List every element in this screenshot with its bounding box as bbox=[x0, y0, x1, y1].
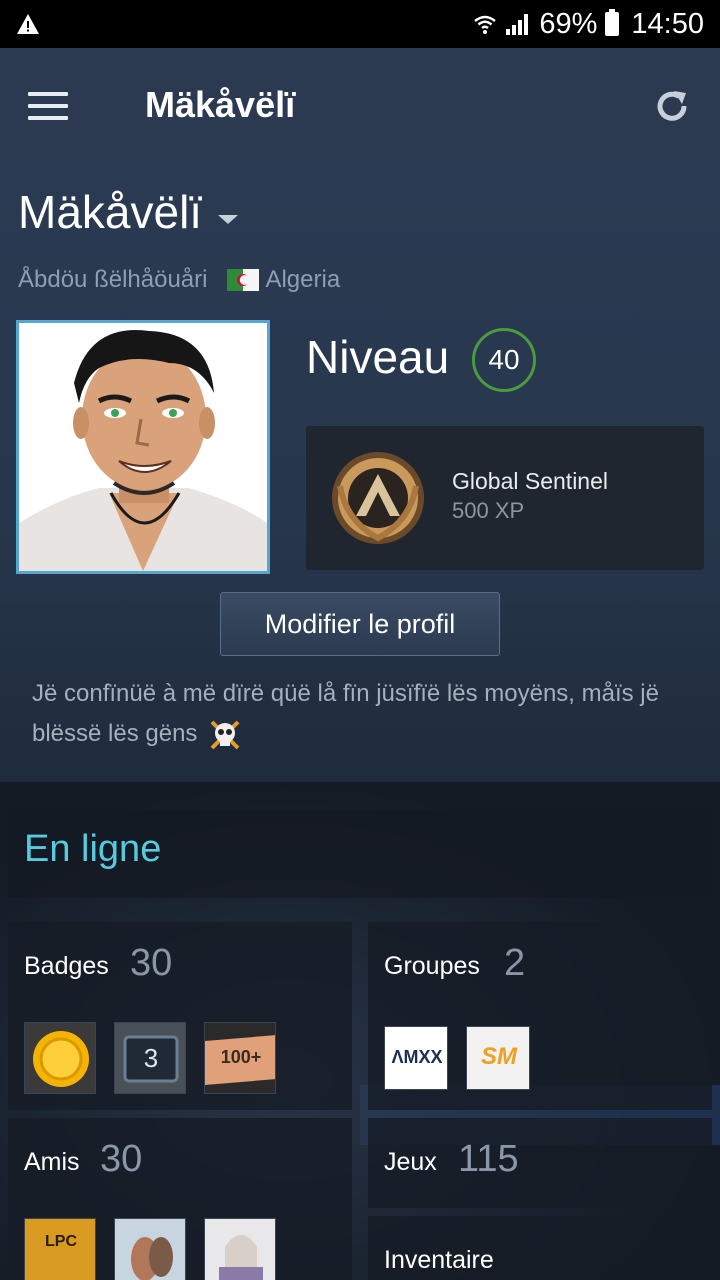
rank-card[interactable]: Global Sentinel 500 XP bbox=[306, 426, 704, 570]
battery-percent: 69% bbox=[539, 7, 598, 40]
summary-text: Jë confïnüë à më dïrë qüë lå fïn jüsïfïë… bbox=[32, 680, 659, 747]
warning-icon bbox=[17, 14, 39, 34]
friend-avatar-2[interactable] bbox=[114, 1218, 186, 1280]
online-status: En ligne bbox=[24, 828, 162, 870]
group-sm-icon[interactable]: SM bbox=[466, 1026, 530, 1090]
menu-icon[interactable] bbox=[28, 92, 68, 120]
groups-count: 2 bbox=[504, 942, 526, 984]
system-status-bar: 69% 14:50 bbox=[0, 0, 720, 48]
wifi-icon bbox=[474, 15, 497, 34]
rank-name: Global Sentinel bbox=[452, 468, 608, 494]
persona-name: Mäkåvëlï bbox=[18, 186, 203, 238]
group-sm-text: SM bbox=[481, 1043, 517, 1070]
friend-avatar-3[interactable] bbox=[204, 1218, 276, 1280]
avatar[interactable] bbox=[16, 320, 270, 574]
level-label: Niveau bbox=[306, 331, 450, 383]
algeria-flag-icon bbox=[227, 269, 260, 291]
groups-label: Groupes bbox=[384, 952, 480, 980]
level-badge[interactable]: 40 bbox=[472, 328, 536, 392]
friends-label: Amis bbox=[24, 1148, 80, 1176]
rank-xp: 500 XP bbox=[452, 498, 525, 523]
persona-name-dropdown[interactable]: Mäkåvëlï bbox=[18, 185, 239, 239]
badge-100plus-icon[interactable]: 100+ bbox=[204, 1022, 276, 1094]
games-label: Jeux bbox=[384, 1148, 437, 1176]
battery-icon bbox=[605, 9, 620, 36]
app-bar: Mäkåvëlï bbox=[0, 48, 720, 160]
rank-emblem-icon bbox=[332, 452, 424, 544]
group-amxx-icon[interactable]: ΛMXX bbox=[384, 1026, 448, 1090]
edit-profile-button[interactable]: Modifier le profil bbox=[220, 592, 500, 656]
real-name: Åbdöu ßëlhåöuåri bbox=[18, 266, 208, 293]
app-title: Mäkåvëlï bbox=[145, 84, 296, 125]
games-count: 115 bbox=[458, 1138, 519, 1180]
friend-avatar-1[interactable]: LPC bbox=[24, 1218, 96, 1280]
group-amxx-text: ΛMXX bbox=[391, 1047, 443, 1067]
badges-count: 30 bbox=[130, 942, 173, 984]
inventory-label: Inventaire bbox=[384, 1246, 494, 1274]
badge-level-icon[interactable]: 3 bbox=[114, 1022, 186, 1094]
status-left bbox=[16, 13, 40, 35]
clock: 14:50 bbox=[631, 7, 704, 40]
friends-count: 30 bbox=[100, 1138, 143, 1180]
caret-down-icon bbox=[218, 214, 239, 224]
real-name-row: Åbdöu ßëlhåöuåri Algeria bbox=[18, 266, 340, 294]
badges-label: Badges bbox=[24, 952, 109, 980]
status-right: 69% 14:50 bbox=[473, 8, 704, 41]
badge-level-number: 3 bbox=[143, 1043, 159, 1073]
friend-avatar-1-text: LPC bbox=[45, 1233, 77, 1250]
profile-summary: Jë confïnüë à më dïrë qüë lå fïn jüsïfïë… bbox=[32, 674, 702, 754]
refresh-icon[interactable] bbox=[652, 86, 692, 126]
signal-icon bbox=[506, 14, 529, 35]
badge-coin-icon[interactable] bbox=[24, 1022, 96, 1094]
badge-100plus-text: 100+ bbox=[220, 1047, 262, 1067]
skull-emoticon-icon bbox=[210, 720, 240, 750]
country-name: Algeria bbox=[265, 266, 341, 293]
